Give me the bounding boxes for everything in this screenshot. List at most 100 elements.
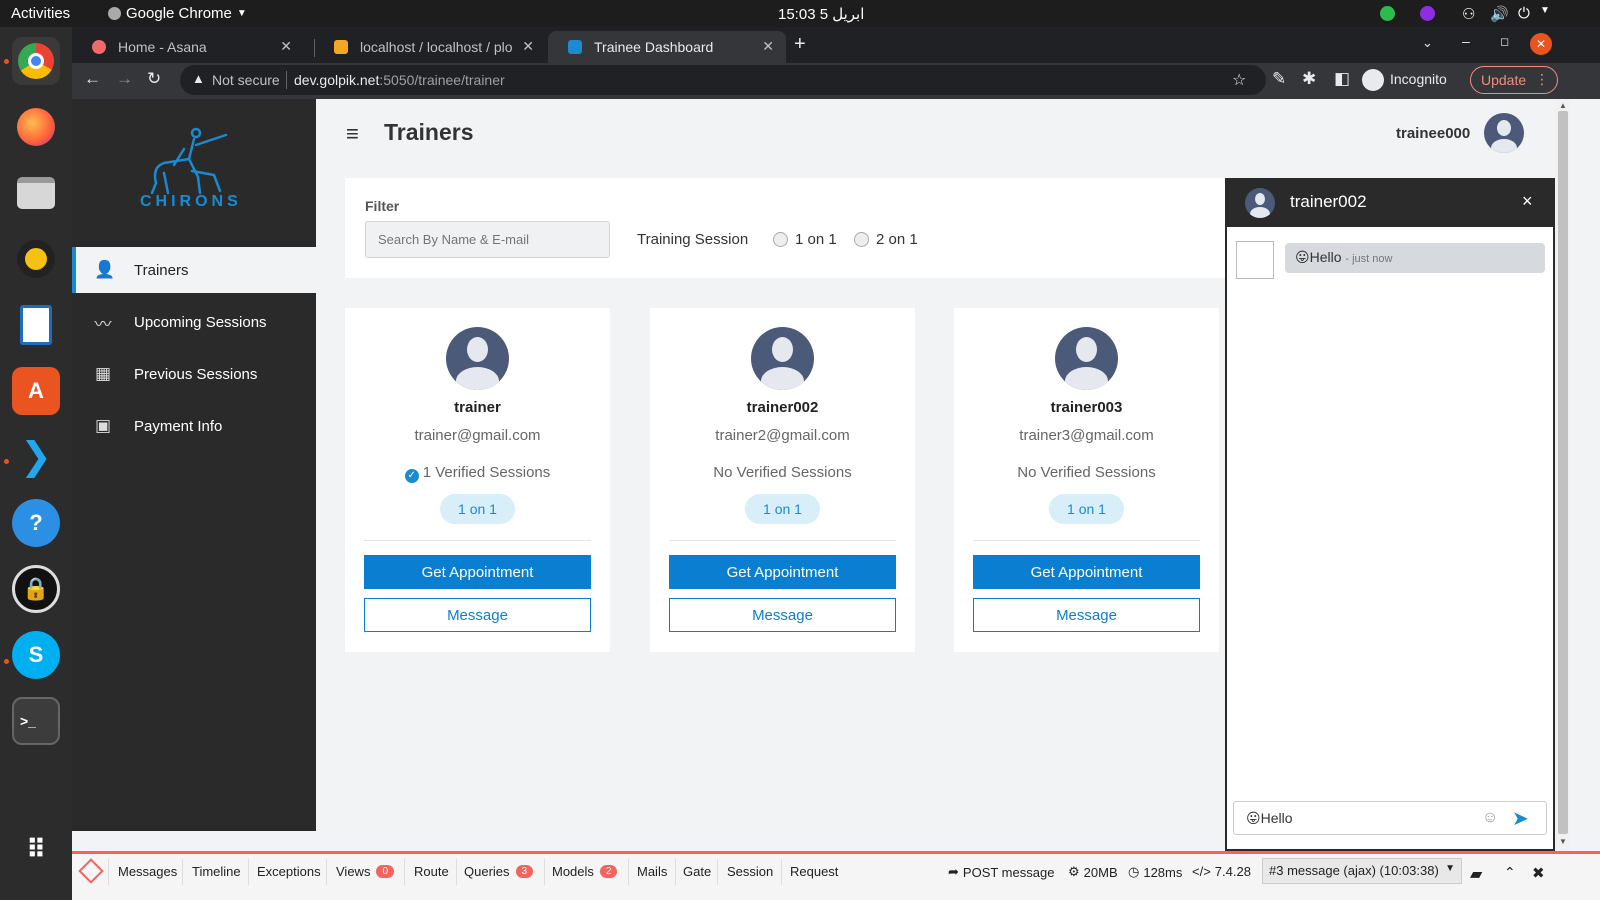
debugbar-gate[interactable]: Gate — [683, 864, 711, 879]
vscode-dock-icon[interactable]: ❯ — [12, 433, 60, 481]
kebab-menu-icon[interactable]: ⋮ — [1535, 71, 1549, 88]
debugbar-models[interactable]: Models 2 — [552, 864, 618, 879]
radio-label[interactable]: 1 on 1 — [795, 231, 837, 248]
debugbar-queries[interactable]: Queries 3 — [464, 864, 534, 879]
debugbar-views[interactable]: Views 0 — [336, 864, 395, 879]
session-type-badge: 1 on 1 — [745, 494, 820, 524]
message-button[interactable]: Message — [364, 598, 591, 632]
debugbar-separator — [717, 859, 718, 885]
update-button[interactable]: Update ⋮ — [1470, 66, 1558, 94]
search-input[interactable] — [365, 221, 610, 258]
incognito-label[interactable]: Incognito — [1390, 71, 1447, 87]
debugbar-request[interactable]: Request — [790, 864, 838, 879]
sidebar-item-upcoming-sessions[interactable]: 〰 Upcoming Sessions — [72, 299, 316, 345]
incognito-icon[interactable] — [1362, 69, 1384, 91]
new-tab-icon[interactable]: + — [794, 33, 806, 56]
side-panel-icon[interactable]: ◧ — [1334, 69, 1350, 89]
minimize-icon[interactable]: – — [1462, 33, 1470, 49]
radio-label[interactable]: 2 on 1 — [876, 231, 918, 248]
close-window-icon[interactable]: ✕ — [1530, 33, 1552, 55]
debugbar-exceptions[interactable]: Exceptions — [257, 864, 321, 879]
sidebar-item-previous-sessions[interactable]: ▦ Previous Sessions — [72, 351, 316, 397]
extensions-puzzle-icon[interactable]: ✱ — [1302, 69, 1316, 89]
page-scrollbar[interactable]: ▲ ▼ — [1555, 99, 1571, 851]
software-dock-icon[interactable]: A — [12, 367, 60, 415]
debugbar-session[interactable]: Session — [727, 864, 773, 879]
debugbar-memory[interactable]: ⚙ 20MB — [1068, 864, 1118, 880]
scroll-up-icon[interactable]: ▲ — [1559, 101, 1567, 110]
forward-icon[interactable]: → — [116, 69, 133, 89]
power-icon[interactable]: ⏻ — [1518, 5, 1530, 22]
clock[interactable]: 15:03 5 ابریل — [778, 5, 864, 23]
sidebar-item-payment-info[interactable]: ▣ Payment Info — [72, 403, 316, 449]
get-appointment-button[interactable]: Get Appointment — [973, 555, 1200, 589]
writer-dock-icon[interactable] — [12, 301, 60, 349]
scroll-down-icon[interactable]: ▼ — [1559, 837, 1567, 846]
skype-dock-icon[interactable]: S — [12, 631, 60, 679]
maximize-icon[interactable]: ◻ — [1500, 35, 1509, 48]
radio-1-on-1[interactable] — [773, 232, 788, 247]
close-tab-icon[interactable]: ✕ — [280, 38, 292, 55]
request-select[interactable]: #3 message (ajax) (10:03:38) ▼ — [1262, 858, 1462, 884]
maximize-debugbar-icon[interactable]: ⌃ — [1504, 864, 1516, 881]
warning-icon[interactable]: ▲ — [192, 71, 205, 86]
terminal-dock-icon[interactable]: >_ — [12, 697, 60, 745]
get-appointment-button[interactable]: Get Appointment — [669, 555, 896, 589]
security-tray-icon[interactable] — [1380, 6, 1395, 21]
logo[interactable]: CHIRONS — [134, 127, 254, 217]
debugbar-route[interactable]: Route — [414, 864, 449, 879]
chrome-dock-icon[interactable] — [12, 37, 60, 85]
app-grid-icon[interactable]: ⠿ — [12, 825, 60, 873]
app-tray-icon[interactable] — [1420, 6, 1435, 21]
security-status[interactable]: Not secure — [212, 72, 280, 88]
debugbar-php-version[interactable]: </> 7.4.28 — [1192, 864, 1251, 879]
radio-2-on-1[interactable] — [854, 232, 869, 247]
debugbar-time[interactable]: ◷ 128ms — [1128, 864, 1182, 880]
app-menu[interactable]: Google Chrome ▼ — [108, 5, 247, 22]
files-dock-icon[interactable] — [12, 169, 60, 217]
close-chat-icon[interactable]: × — [1522, 191, 1533, 212]
tab-asana[interactable]: Home - Asana ✕ — [72, 31, 304, 63]
activities-button[interactable]: Activities — [11, 5, 70, 22]
chat-input[interactable]: 😛Hello ☺ ➤ — [1233, 801, 1547, 835]
url[interactable]: dev.golpik.net:5050/trainee/trainer — [294, 72, 505, 88]
volume-icon[interactable]: 🔊 — [1490, 5, 1509, 23]
keepassxc-dock-icon[interactable]: 🔒 — [12, 565, 60, 613]
send-icon[interactable]: ➤ — [1512, 806, 1529, 831]
vscode-running-indicator — [4, 459, 9, 464]
rhythmbox-dock-icon[interactable] — [12, 235, 60, 283]
close-debugbar-icon[interactable]: ✖ — [1532, 864, 1545, 882]
tab-trainee-dashboard[interactable]: Trainee Dashboard ✕ — [548, 31, 786, 63]
reload-icon[interactable]: ↻ — [147, 69, 161, 89]
sidebar-item-trainers[interactable]: 👤 Trainers — [72, 247, 316, 293]
network-icon[interactable]: ⚇ — [1462, 5, 1475, 23]
close-tab-icon[interactable]: ✕ — [522, 38, 534, 55]
get-appointment-button[interactable]: Get Appointment — [364, 555, 591, 589]
tab-phpmyadmin[interactable]: localhost / localhost / plo ✕ — [314, 31, 546, 63]
debugbar-timeline[interactable]: Timeline — [192, 864, 241, 879]
extension-leaf-icon[interactable]: ✎ — [1272, 69, 1286, 89]
sidebar-item-label: Trainers — [134, 261, 189, 279]
address-separator — [286, 71, 287, 89]
debugbar-request-info[interactable]: ➦ POST message — [948, 864, 1054, 880]
message-sender-image — [1236, 241, 1274, 279]
scroll-thumb[interactable] — [1558, 111, 1568, 834]
back-icon[interactable]: ← — [84, 69, 101, 89]
debugbar-messages[interactable]: Messages — [118, 864, 177, 879]
open-folder-icon[interactable]: ▰ — [1470, 864, 1482, 884]
debugbar-mails[interactable]: Mails — [637, 864, 667, 879]
emoji-picker-icon[interactable]: ☺ — [1482, 809, 1498, 827]
tab-search-icon[interactable]: ⌄ — [1422, 35, 1433, 51]
username[interactable]: trainee000 — [1396, 125, 1470, 142]
firefox-dock-icon[interactable] — [12, 103, 60, 151]
help-dock-icon[interactable]: ? — [12, 499, 60, 547]
system-menu-caret-icon[interactable]: ▼ — [1540, 5, 1550, 16]
message-button[interactable]: Message — [973, 598, 1200, 632]
message-button[interactable]: Message — [669, 598, 896, 632]
user-avatar[interactable] — [1484, 113, 1524, 153]
address-bar[interactable]: ▲ Not secure dev.golpik.net:5050/trainee… — [180, 65, 1266, 95]
laravel-logo-icon[interactable] — [78, 858, 104, 884]
menu-toggle-icon[interactable]: ≡ — [346, 121, 359, 147]
bookmark-star-icon[interactable]: ☆ — [1232, 70, 1246, 90]
close-tab-icon[interactable]: ✕ — [762, 38, 774, 55]
